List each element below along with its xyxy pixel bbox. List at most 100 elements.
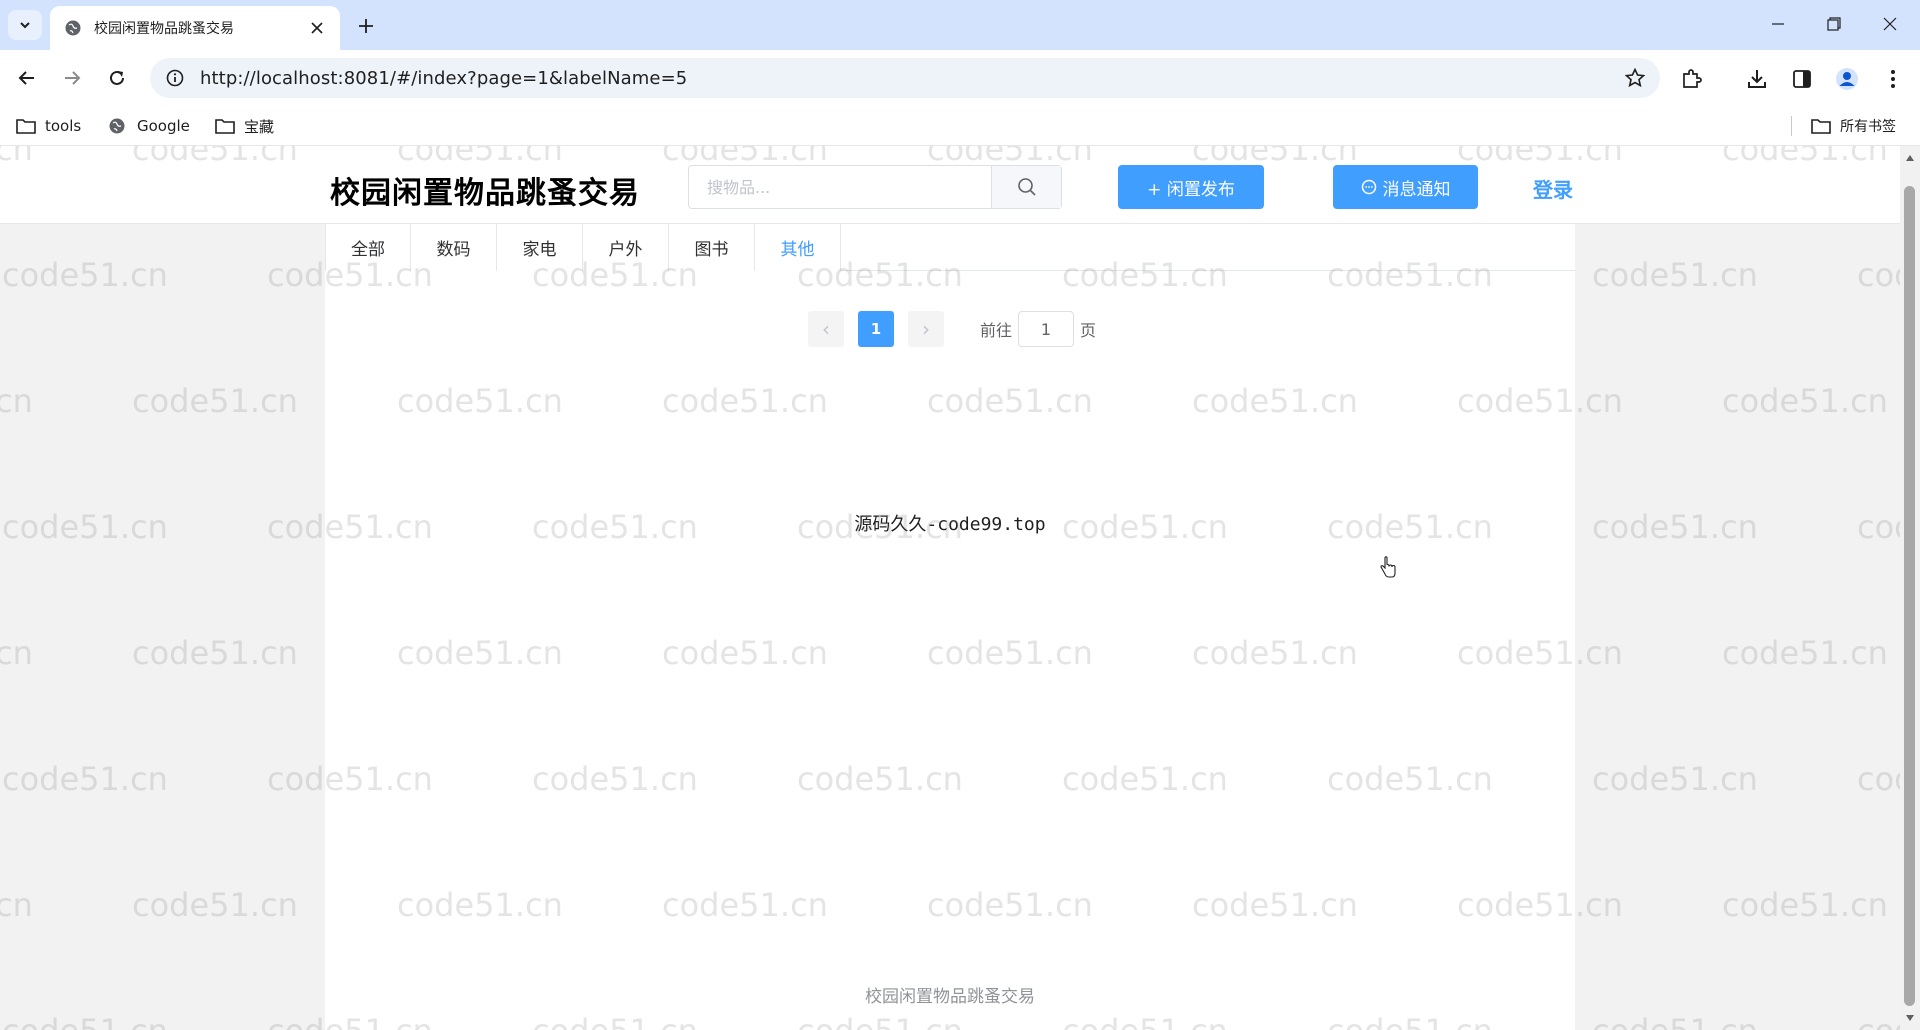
profile-icon[interactable] — [1834, 66, 1860, 92]
page-number-current[interactable]: 1 — [858, 311, 894, 347]
watermark-text: code51.cn — [1857, 760, 1900, 798]
restore-icon — [1827, 17, 1841, 31]
tab-title: 校园闲置物品跳蚤交易 — [94, 21, 234, 37]
page-scrollbar[interactable] — [1900, 146, 1920, 1030]
watermark-text: code51.cn — [1857, 1012, 1900, 1030]
folder-icon — [1811, 117, 1831, 135]
watermark-text: code51.cn — [1722, 382, 1888, 420]
watermark-text: code51.cn — [1857, 508, 1900, 546]
tab-all[interactable]: 全部 — [325, 224, 411, 271]
chevron-right-icon: › — [922, 317, 930, 341]
publish-button[interactable]: + 闲置发布 — [1118, 165, 1264, 209]
globe-favicon-icon — [64, 19, 82, 37]
address-bar[interactable]: http://localhost:8081/#/index?page=1&lab… — [150, 58, 1660, 98]
tab-books[interactable]: 图书 — [669, 224, 755, 271]
scrollbar-thumb[interactable] — [1904, 186, 1915, 1006]
browser-toolbar: http://localhost:8081/#/index?page=1&lab… — [0, 50, 1920, 106]
bookmark-tools[interactable]: tools — [16, 114, 81, 138]
site-title: 校园闲置物品跳蚤交易 — [330, 176, 640, 211]
url-text: http://localhost:8081/#/index?page=1&lab… — [200, 67, 688, 89]
more-icon[interactable] — [1880, 66, 1906, 92]
watermark-text: code51.cn — [132, 634, 298, 672]
watermark-text: code51.cn — [1592, 1012, 1758, 1030]
search-input[interactable] — [689, 166, 991, 208]
globe-icon — [108, 117, 128, 135]
main-content: 全部 数码 家电 户外 图书 其他 ‹ 1 › 前往 页 源码久久-code99… — [325, 224, 1575, 1030]
tab-list-button[interactable] — [8, 10, 42, 40]
watermark-text: code51.cn — [2, 1012, 168, 1030]
star-icon[interactable] — [1624, 67, 1646, 89]
watermark-text: code51.cn — [132, 382, 298, 420]
prev-page-button[interactable]: ‹ — [808, 311, 844, 347]
site-header: 校园闲置物品跳蚤交易 + 闲置发布 消息通知 登录 — [0, 146, 1900, 224]
browser-tab-strip: 校园闲置物品跳蚤交易 — [0, 0, 1920, 50]
folder-icon — [215, 117, 235, 135]
extensions-icon[interactable] — [1678, 66, 1704, 92]
scroll-up-icon[interactable] — [1904, 152, 1916, 164]
notification-button-label: 消息通知 — [1382, 179, 1451, 200]
notification-button[interactable]: 消息通知 — [1333, 165, 1478, 209]
search-icon — [1017, 178, 1036, 196]
watermark-text: code51.cn — [1857, 256, 1900, 294]
login-link[interactable]: 登录 — [1533, 174, 1573, 203]
back-icon — [18, 71, 34, 85]
jump-page-input[interactable] — [1018, 311, 1075, 347]
tab-appliances[interactable]: 家电 — [497, 224, 583, 271]
next-page-button[interactable]: › — [908, 311, 944, 347]
watermark-text: code51.cn — [2, 760, 168, 798]
watermark-text: code51.cn — [2, 508, 168, 546]
promo-text: 源码久久-code99.top — [854, 514, 1046, 535]
window-close-button[interactable] — [1864, 6, 1916, 42]
watermark-text: code51.cn — [1592, 256, 1758, 294]
minimize-button[interactable] — [1752, 6, 1804, 42]
tab-outdoor[interactable]: 户外 — [583, 224, 669, 271]
tab-list-icon — [20, 22, 30, 29]
tab-other[interactable]: 其他 — [755, 224, 841, 271]
bookmark-label: tools — [45, 117, 82, 135]
window-close-icon — [1883, 17, 1897, 31]
chat-icon — [1361, 179, 1377, 195]
tab-digital[interactable]: 数码 — [411, 224, 497, 271]
watermark-text: code51.cn — [1722, 886, 1888, 924]
all-bookmarks-label: 所有书签 — [1840, 119, 1896, 135]
pagination: ‹ 1 › 前往 页 — [808, 311, 1096, 347]
publish-button-label: + 闲置发布 — [1147, 179, 1235, 200]
scroll-down-icon[interactable] — [1904, 1012, 1916, 1024]
page-unit-label: 页 — [1080, 321, 1097, 340]
watermark-text: code51.cn — [2, 256, 168, 294]
minimize-icon — [1772, 23, 1784, 25]
plus-icon — [359, 19, 373, 33]
site-info-icon[interactable] — [164, 67, 186, 89]
reload-icon — [110, 70, 124, 85]
bookmark-label: Google — [137, 117, 190, 135]
close-icon[interactable] — [308, 19, 326, 37]
watermark-text: code51.cn — [0, 382, 33, 420]
bookmark-google[interactable]: Google — [108, 114, 190, 138]
reload-button[interactable] — [99, 60, 135, 96]
jump-label: 前往 — [980, 321, 1013, 340]
bookmark-label: 宝藏 — [244, 117, 275, 136]
browser-tab-active[interactable]: 校园闲置物品跳蚤交易 — [50, 6, 340, 50]
new-tab-button[interactable] — [350, 10, 382, 42]
all-bookmarks[interactable]: 所有书签 — [1811, 114, 1896, 138]
download-icon[interactable] — [1744, 66, 1770, 92]
watermark-text: code51.cn — [0, 886, 33, 924]
watermark-text: code51.cn — [1722, 634, 1888, 672]
hand-cursor-icon — [1378, 556, 1398, 580]
watermark-text: code51.cn — [1592, 508, 1758, 546]
page-viewport: 校园闲置物品跳蚤交易 + 闲置发布 消息通知 登录 全部 数码 家电 户外 图书… — [0, 146, 1900, 1030]
bookmarks-bar: tools Google 宝藏 所有书签 — [0, 106, 1920, 146]
watermark-text: code51.cn — [0, 634, 33, 672]
side-panel-icon[interactable] — [1789, 66, 1815, 92]
back-button[interactable] — [9, 60, 45, 96]
category-tabs: 全部 数码 家电 户外 图书 其他 — [325, 224, 1575, 271]
restore-button[interactable] — [1808, 6, 1860, 42]
bookmark-separator — [1791, 116, 1792, 136]
forward-icon — [65, 71, 81, 85]
search-button[interactable] — [991, 166, 1061, 208]
forward-button[interactable] — [54, 60, 90, 96]
bookmark-treasure[interactable]: 宝藏 — [215, 114, 274, 138]
search-box — [688, 165, 1062, 209]
chevron-left-icon: ‹ — [822, 317, 830, 341]
folder-icon — [16, 117, 36, 135]
